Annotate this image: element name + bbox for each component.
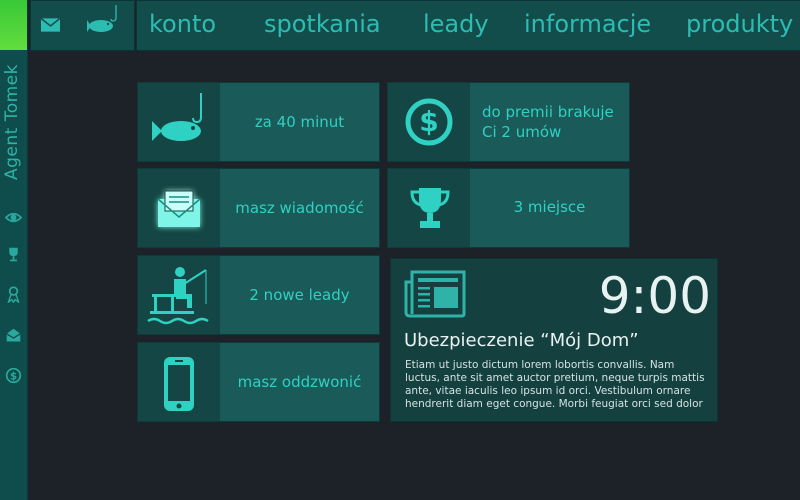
top-bar: konto spotkania leady informacje produkt… (30, 0, 800, 51)
dollar-small-icon[interactable]: $ (5, 367, 22, 384)
brand-block (0, 0, 27, 50)
tile-label: 2 nowe leady (249, 286, 350, 304)
tile-icon-area (138, 83, 220, 161)
dollar-icon: $ (405, 98, 453, 146)
trophy-small-icon[interactable] (5, 246, 22, 263)
envelope-icon[interactable] (41, 18, 60, 32)
fish-icon[interactable] (83, 3, 123, 37)
svg-text:$: $ (419, 105, 438, 138)
tile-label: za 40 minut (254, 113, 345, 131)
inbox-icon[interactable] (5, 327, 22, 344)
nav-leady[interactable]: leady (423, 10, 489, 38)
nav-konto[interactable]: konto (149, 10, 216, 38)
tile-label: do premii brakuje Ci 2 umów (470, 83, 629, 161)
tile-leads[interactable]: 2 nowe leady (137, 255, 380, 335)
tile-label: masz oddzwonić (237, 373, 362, 391)
tile-icon-area (138, 256, 220, 334)
quick-icons (30, 0, 135, 51)
news-time: 9:00 (598, 267, 711, 325)
nav-informacje[interactable]: informacje (524, 10, 651, 38)
news-panel[interactable]: 9:00 Ubezpieczenie “Mój Dom” Etiam ut ju… (390, 258, 718, 422)
envelope-glow-icon (157, 190, 201, 227)
tile-fishing[interactable]: za 40 minut (137, 82, 380, 162)
tile-label-line2: Ci 2 umów (482, 123, 562, 141)
tile-label-line1: do premii brakuje (482, 103, 614, 121)
tile-callback[interactable]: masz oddzwonić (137, 342, 380, 422)
tile-icon-area (388, 169, 470, 247)
news-body: Etiam ut justo dictum lorem lobortis con… (405, 359, 705, 410)
trophy-icon (410, 188, 450, 228)
award-icon[interactable] (5, 286, 22, 303)
newspaper-icon (404, 270, 466, 318)
tile-message[interactable]: masz wiadomość (137, 168, 380, 248)
tile-icon-area: $ (388, 83, 470, 161)
tile-bonus[interactable]: $ do premii brakuje Ci 2 umów (387, 82, 630, 162)
svg-text:$: $ (10, 371, 17, 382)
phone-icon (164, 357, 194, 411)
sidebar: Agent Tomek $ (0, 0, 28, 500)
main-nav: konto spotkania leady informacje produkt… (136, 0, 800, 51)
eye-icon[interactable] (5, 209, 22, 226)
fisherman-icon (147, 267, 209, 325)
nav-produkty[interactable]: produkty (686, 10, 793, 38)
fish-icon (152, 93, 202, 141)
tile-icon-area (138, 343, 220, 421)
nav-spotkania[interactable]: spotkania (264, 10, 381, 38)
tile-label: masz wiadomość (235, 199, 364, 217)
agent-name: Agent Tomek (2, 64, 22, 180)
news-title: Ubezpieczenie “Mój Dom” (404, 330, 639, 351)
tile-icon-area (138, 169, 220, 247)
tile-ranking[interactable]: 3 miejsce (387, 168, 630, 248)
tile-label: 3 miejsce (513, 198, 586, 216)
